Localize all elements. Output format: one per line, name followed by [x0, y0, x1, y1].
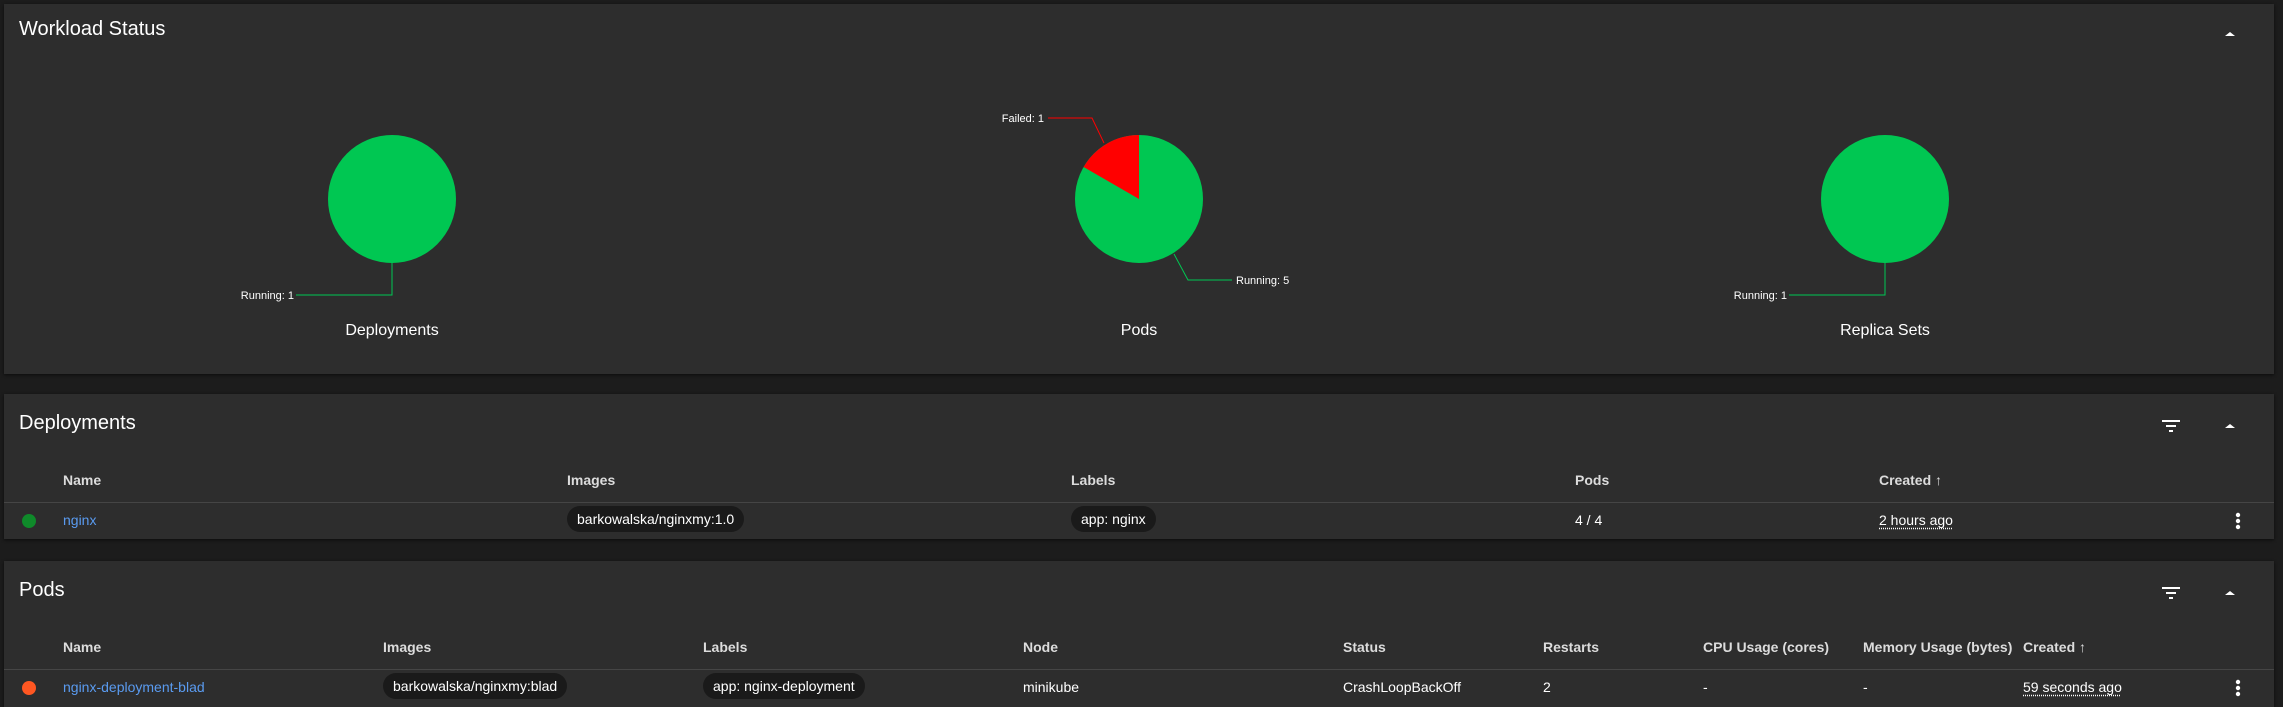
pods-failed-label: Failed: 1: [1002, 113, 1044, 125]
replicasets-chart-caption: Replica Sets: [1840, 322, 1930, 339]
arrow-upward-icon: ↑: [1935, 472, 1943, 488]
memory-usage: -: [1863, 679, 1868, 695]
col-memory: Memory Usage (bytes): [1863, 639, 2013, 655]
label-chip: app: nginx-deployment: [703, 673, 865, 699]
pods-chart-caption: Pods: [1120, 322, 1158, 339]
collapse-deployments-button[interactable]: [2212, 408, 2248, 444]
pod-status: CrashLoopBackOff: [1343, 679, 1462, 695]
arrow-upward-icon: ↑: [2079, 639, 2087, 655]
col-name[interactable]: Name: [63, 639, 101, 655]
pods-failed-leader: [1048, 117, 1105, 144]
pods-filter-button[interactable]: [2153, 575, 2189, 611]
replicasets-pie: Running: 1: [1734, 135, 1949, 302]
col-labels: Labels: [703, 639, 748, 655]
cpu-usage: -: [1703, 679, 1708, 695]
col-name[interactable]: Name: [63, 472, 101, 488]
deployments-filter-button[interactable]: [2153, 408, 2189, 444]
replicasets-running-leader: [1789, 263, 1886, 296]
row-actions-button[interactable]: [2226, 674, 2250, 702]
deployments-running-leader: [296, 263, 393, 296]
replicasets-running-slice: [1821, 135, 1949, 263]
col-created[interactable]: Created ↑: [2023, 639, 2086, 655]
pods-pie: Failed: 1 Running: 5: [1002, 113, 1289, 287]
restarts-count: 2: [1543, 679, 1551, 695]
table-row: nginx barkowalska/nginxmy:1.0 app: nginx…: [4, 503, 2274, 539]
deployments-header-row: Name Images Labels Pods Created ↑: [4, 459, 2274, 503]
col-pods: Pods: [1575, 472, 1610, 488]
deployments-running-slice: [328, 135, 456, 263]
col-labels: Labels: [1071, 472, 1116, 488]
created-time: 2 hours ago: [1879, 512, 1953, 528]
collapse-pods-button[interactable]: [2212, 575, 2248, 611]
deployments-pie: Running: 1: [241, 135, 456, 302]
status-dot: [22, 681, 36, 695]
status-dot: [22, 514, 36, 528]
more-vert-icon: [2235, 512, 2241, 530]
col-cpu: CPU Usage (cores): [1703, 639, 1830, 655]
filter-icon: [2162, 420, 2180, 432]
col-status: Status: [1343, 639, 1386, 655]
col-restarts: Restarts: [1543, 639, 1600, 655]
deployments-card: Deployments Name Images Labels Pods Crea…: [4, 394, 2274, 539]
chevron-up-icon: [2225, 591, 2235, 595]
pods-card: Pods Name Images Labels Node Status Rest…: [4, 561, 2274, 707]
image-chip: barkowalska/nginxmy:blad: [383, 673, 568, 699]
image-chip: barkowalska/nginxmy:1.0: [567, 506, 745, 532]
chevron-up-icon: [2225, 424, 2235, 428]
pods-running-leader: [1173, 253, 1232, 281]
deployments-running-label: Running: 1: [241, 290, 294, 302]
pods-count: 4 / 4: [1575, 512, 1603, 528]
pods-header-row: Name Images Labels Node Status Restarts …: [4, 626, 2274, 670]
col-node: Node: [1023, 639, 1058, 655]
label-chip: app: nginx: [1071, 506, 1156, 532]
col-created[interactable]: Created ↑: [1879, 472, 1942, 488]
col-images: Images: [567, 472, 616, 488]
workload-charts: Running: 1 Failed: 1 Running: 5 Running:…: [241, 113, 1949, 302]
filter-icon: [2162, 587, 2180, 599]
pods-title: Pods: [19, 579, 65, 601]
replicasets-running-label: Running: 1: [1734, 290, 1787, 302]
col-created-label: Created: [1879, 472, 1932, 488]
pod-name-link[interactable]: nginx-deployment-blad: [63, 679, 205, 695]
table-row: nginx-deployment-blad barkowalska/nginxm…: [4, 670, 2274, 707]
deployments-chart-caption: Deployments: [345, 322, 439, 339]
created-time: 59 seconds ago: [2023, 679, 2122, 695]
col-images: Images: [383, 639, 432, 655]
workload-status-card: Workload Status Running: 1 Failed: 1 Run…: [4, 4, 2274, 374]
pods-running-label: Running: 5: [1236, 275, 1289, 287]
deployment-name-link[interactable]: nginx: [63, 512, 96, 528]
deployments-title: Deployments: [19, 412, 136, 434]
row-actions-button[interactable]: [2226, 507, 2250, 535]
more-vert-icon: [2235, 679, 2241, 697]
col-created-label: Created: [2023, 639, 2076, 655]
node-name: minikube: [1023, 679, 1080, 695]
